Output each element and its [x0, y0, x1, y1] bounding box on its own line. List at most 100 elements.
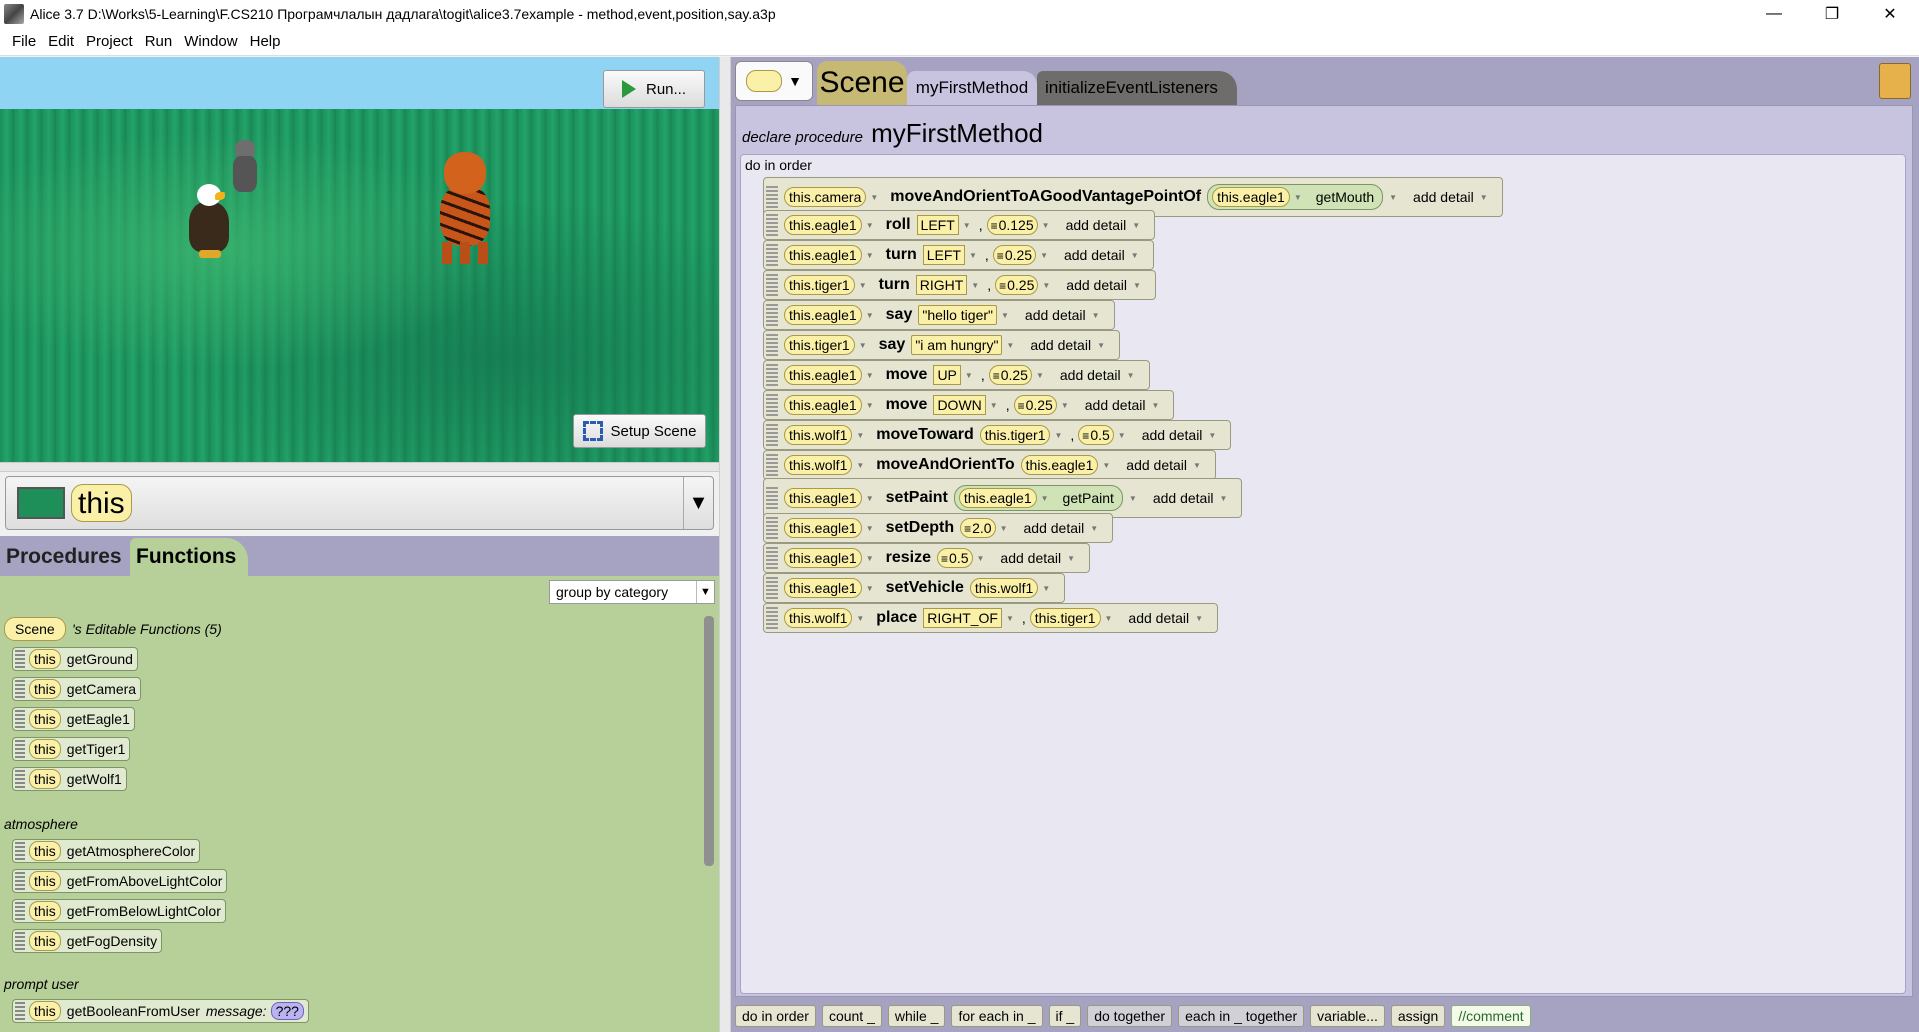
dropdown-arrow-icon[interactable]: ▼ [866, 554, 874, 563]
palette-assign[interactable]: assign [1390, 1005, 1446, 1027]
dropdown-arrow-icon[interactable]: ▼ [965, 371, 973, 380]
amount-argument[interactable]: 0.5 [937, 548, 973, 568]
amount-argument[interactable]: 0.5 [1078, 425, 1114, 445]
dropdown-arrow-icon[interactable]: ▼ [1133, 281, 1141, 290]
dropdown-arrow-icon[interactable]: ▼ [856, 431, 864, 440]
argument-object[interactable]: this.eagle1 [1212, 187, 1290, 207]
tab-scene[interactable]: Scene [817, 61, 907, 105]
drag-handle-icon[interactable] [766, 186, 778, 208]
dropdown-arrow-icon[interactable]: ▼ [1000, 524, 1008, 533]
drag-handle-icon[interactable] [766, 394, 778, 416]
dropdown-arrow-icon[interactable]: ▼ [1036, 371, 1044, 380]
argument-object[interactable]: this.tiger1 [1029, 608, 1101, 628]
direction-argument[interactable]: DOWN [933, 395, 986, 415]
dropdown-arrow-icon[interactable]: ▼ [1294, 193, 1302, 202]
group-by-select[interactable]: group by category ▼ [549, 580, 715, 604]
do-in-order-block[interactable]: do in order this.camera ▼ moveAndOrientTo… [740, 154, 1906, 994]
add-detail-button[interactable]: add detail [1062, 217, 1131, 233]
type-selector[interactable]: ▼ [735, 61, 813, 101]
add-detail-button[interactable]: add detail [1149, 490, 1218, 506]
dropdown-arrow-icon[interactable]: ▼ [977, 554, 985, 563]
dropdown-arrow-icon[interactable]: ▼ [866, 524, 874, 533]
dropdown-arrow-icon[interactable]: ▼ [1090, 524, 1098, 533]
tab-initializeeventlisteners[interactable]: initializeEventListeners [1037, 71, 1237, 105]
dropdown-arrow-icon[interactable]: ▼ [969, 251, 977, 260]
statement[interactable]: this.eagle1 ▼ setVehicle this.wolf1 ▼ [763, 573, 1066, 603]
add-detail-button[interactable]: add detail [1081, 397, 1150, 413]
drag-handle-icon[interactable] [766, 547, 778, 569]
function-tile[interactable]: this getFromAboveLightColor [12, 869, 228, 893]
drag-handle-icon[interactable] [15, 842, 25, 860]
amount-argument[interactable]: 0.25 [988, 365, 1032, 385]
argument-object[interactable]: this.eagle1 [1020, 455, 1099, 475]
chevron-down-icon[interactable]: ▼ [683, 477, 713, 529]
dropdown-arrow-icon[interactable]: ▼ [856, 461, 864, 470]
dropdown-arrow-icon[interactable]: ▼ [870, 193, 878, 202]
direction-argument[interactable]: UP [933, 365, 961, 385]
add-detail-button[interactable]: add detail [1026, 337, 1095, 353]
statement[interactable]: this.eagle1 ▼ setPaint this.eagle1 ▼ getPa… [763, 478, 1243, 518]
vertical-splitter[interactable] [719, 57, 731, 1032]
add-detail-button[interactable]: add detail [1062, 277, 1131, 293]
dropdown-arrow-icon[interactable]: ▼ [866, 311, 874, 320]
run-button[interactable]: Run... [603, 70, 705, 108]
dropdown-arrow-icon[interactable]: ▼ [1041, 494, 1049, 503]
drag-handle-icon[interactable] [766, 244, 778, 266]
dropdown-arrow-icon[interactable]: ▼ [866, 371, 874, 380]
dropdown-arrow-icon[interactable]: ▼ [866, 221, 874, 230]
dropdown-arrow-icon[interactable]: ▼ [866, 251, 874, 260]
menu-window[interactable]: Window [184, 33, 237, 50]
statement[interactable]: this.tiger1 ▼ say "i am hungry" ▼ add deta… [763, 330, 1120, 360]
minimize-button[interactable]: — [1745, 0, 1803, 28]
dropdown-arrow-icon[interactable]: ▼ [1001, 311, 1009, 320]
drag-handle-icon[interactable] [15, 740, 25, 758]
palette-variable[interactable]: variable... [1310, 1005, 1385, 1027]
drag-handle-icon[interactable] [15, 680, 25, 698]
target-object[interactable]: this.tiger1 [784, 275, 855, 295]
dropdown-arrow-icon[interactable]: ▼ [1097, 341, 1105, 350]
amount-argument[interactable]: 0.25 [1013, 395, 1057, 415]
dropdown-arrow-icon[interactable]: ▼ [1092, 311, 1100, 320]
target-object[interactable]: this.eagle1 [784, 215, 862, 235]
dropdown-arrow-icon[interactable]: ▼ [1131, 251, 1139, 260]
dropdown-arrow-icon[interactable]: ▼ [1006, 614, 1014, 623]
function-tile[interactable]: this getFogDensity [12, 929, 163, 953]
drag-handle-icon[interactable] [766, 424, 778, 446]
instance-selector[interactable]: this ▼ [5, 476, 714, 530]
function-tile[interactable]: this getCamera [12, 677, 142, 701]
dropdown-arrow-icon[interactable]: ▼ [856, 614, 864, 623]
menu-edit[interactable]: Edit [48, 33, 74, 50]
add-detail-button[interactable]: add detail [1020, 520, 1089, 536]
statement[interactable]: this.eagle1▼ resize 0.5▼ add detail▼ [763, 543, 1091, 573]
setup-scene-button[interactable]: Setup Scene [573, 414, 706, 448]
direction-argument[interactable]: RIGHT [915, 275, 968, 295]
tiger-model[interactable] [430, 152, 500, 264]
eagle-model[interactable] [185, 184, 233, 259]
palette-do-together[interactable]: do together [1087, 1005, 1173, 1027]
dropdown-arrow-icon[interactable]: ▼ [963, 221, 971, 230]
palette-do-in-order[interactable]: do in order [735, 1005, 816, 1027]
dropdown-arrow-icon[interactable]: ▼ [866, 401, 874, 410]
function-tile[interactable]: this getBooleanFromUser message:??? [12, 999, 309, 1023]
drag-handle-icon[interactable] [766, 454, 778, 476]
menu-run[interactable]: Run [145, 33, 173, 50]
dropdown-arrow-icon[interactable]: ▼ [1208, 431, 1216, 440]
dropdown-arrow-icon[interactable]: ▼ [1193, 461, 1201, 470]
palette-if[interactable]: if _ [1048, 1005, 1082, 1027]
amount-argument[interactable]: 0.125 [986, 215, 1038, 235]
statement[interactable]: this.eagle1▼ turn LEFT▼, 0.25▼ add detai… [763, 240, 1154, 270]
add-detail-button[interactable]: add detail [1122, 457, 1191, 473]
target-object[interactable]: this.tiger1 [784, 335, 855, 355]
clipboard-icon[interactable] [1879, 63, 1911, 99]
target-object[interactable]: this.eagle1 [784, 578, 862, 598]
drag-handle-icon[interactable] [766, 607, 778, 629]
drag-handle-icon[interactable] [15, 872, 25, 890]
target-object[interactable]: this.eagle1 [784, 488, 862, 508]
function-call[interactable]: this.eagle1 ▼ getMouth [1207, 184, 1384, 210]
function-tile[interactable]: this getTiger1 [12, 737, 131, 761]
argument-object[interactable]: this.wolf1 [969, 578, 1039, 598]
statement[interactable]: this.wolf1▼ moveToward this.tiger1▼, 0.5… [763, 420, 1232, 450]
function-call[interactable]: this.eagle1 ▼ getPaint [953, 485, 1123, 511]
text-argument[interactable]: "i am hungry" [911, 335, 1003, 355]
palette-comment[interactable]: //comment [1451, 1005, 1531, 1027]
